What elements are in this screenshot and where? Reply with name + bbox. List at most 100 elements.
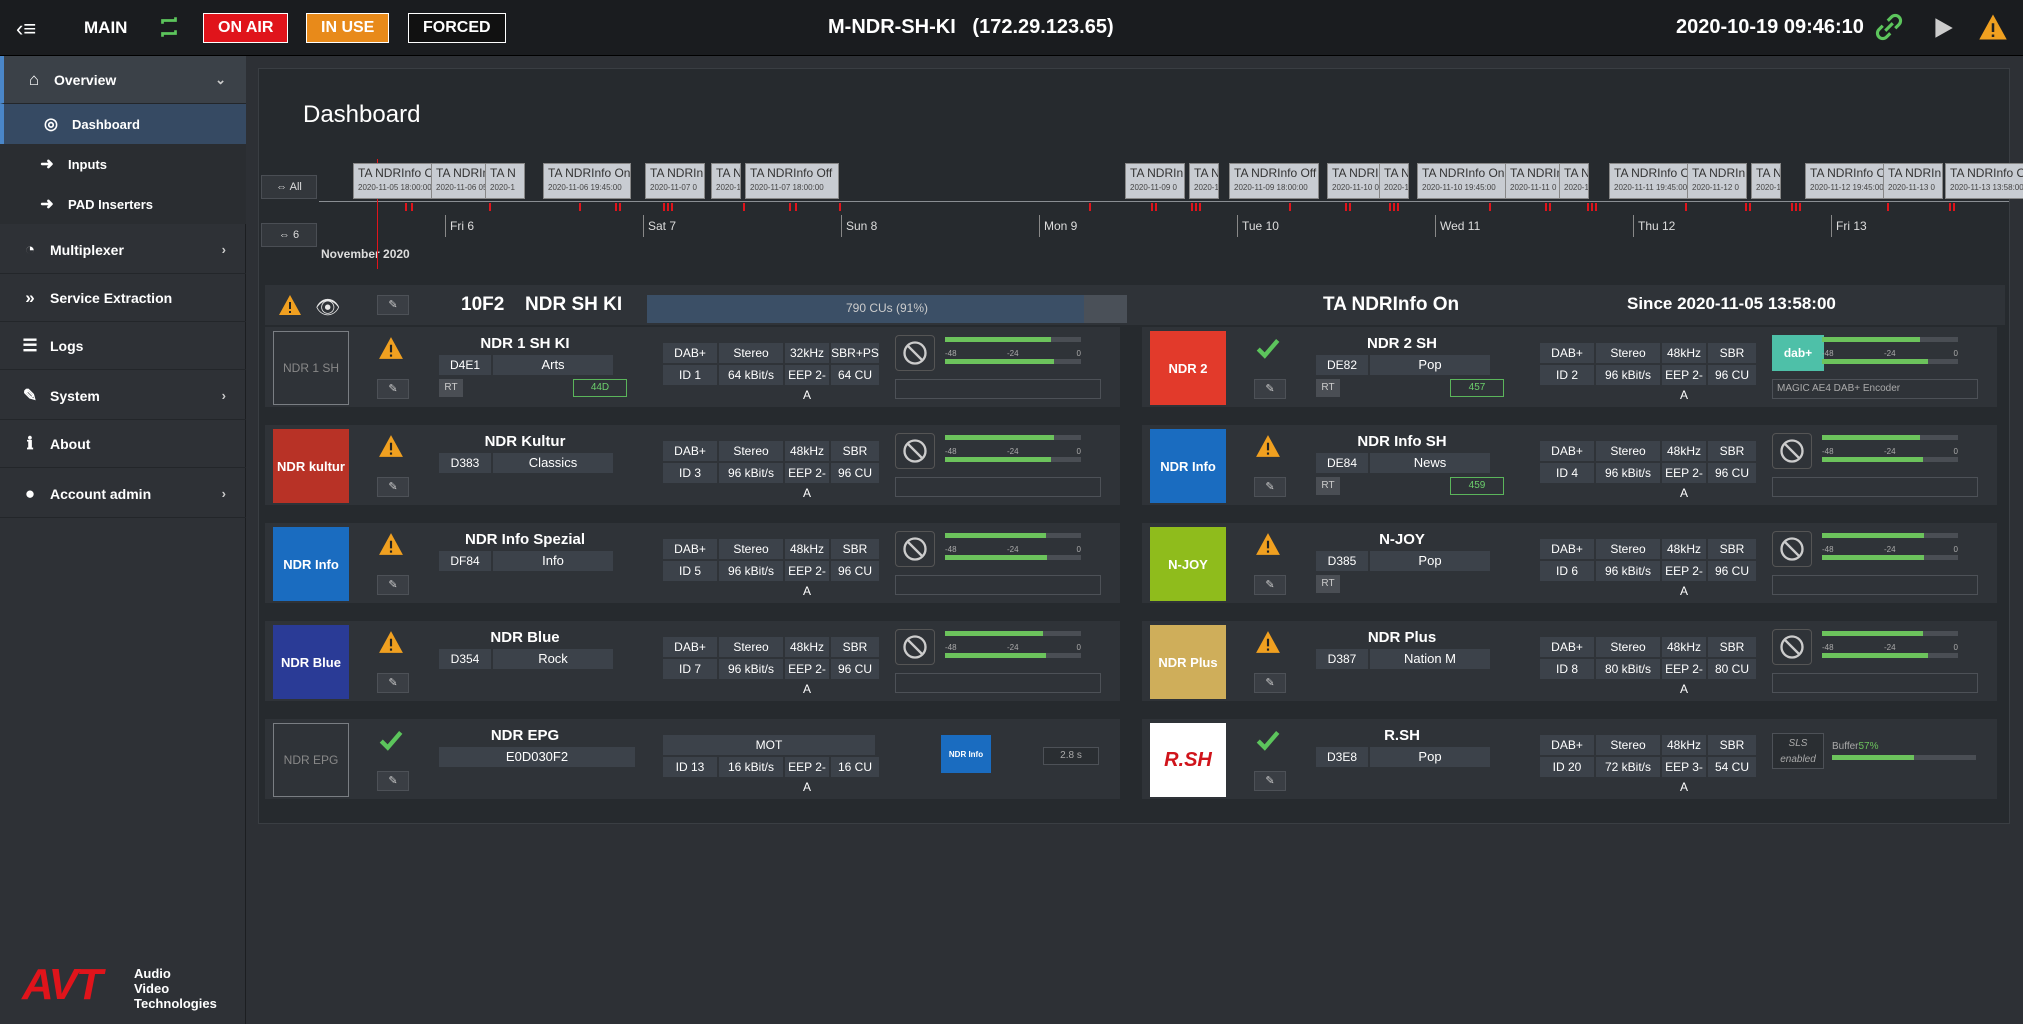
nav-dashboard[interactable]: ◎ Dashboard — [0, 104, 246, 144]
codec-cell: EEP 2-A — [1662, 561, 1706, 598]
meter-mid: -24 — [1884, 447, 1896, 456]
edit-service-button[interactable]: ✎ — [377, 379, 409, 399]
timeline-tick — [1887, 203, 1889, 211]
edit-service-button[interactable]: ✎ — [377, 673, 409, 693]
buffer-fill — [1832, 755, 1915, 760]
meter-mid: -24 — [1007, 447, 1019, 456]
timeline-event[interactable]: TA N 2020-1 — [1751, 163, 1781, 199]
edit-service-button[interactable]: ✎ — [1254, 673, 1286, 693]
nav-label: Account admin — [50, 485, 152, 502]
timeline-event[interactable]: TA NDRIn 2020-11-09 0 — [1125, 163, 1185, 199]
event-date: 2020-1 — [716, 183, 741, 192]
codec-cell: ID 5 — [663, 561, 717, 581]
mute-icon[interactable] — [895, 629, 935, 665]
timeline-event[interactable]: TA NDRInfo On 2020-11-06 19:45:00 — [543, 163, 631, 199]
meter-max: 0 — [1076, 349, 1081, 358]
menu-icon[interactable]: ‹≡ — [16, 16, 36, 42]
timeline-tick — [667, 203, 669, 211]
event-title: TA NDRIn — [1130, 166, 1184, 180]
dynamic-label — [895, 673, 1101, 693]
codec-cell: DAB+ — [663, 343, 717, 363]
mute-icon[interactable] — [1772, 531, 1812, 567]
edit-service-button[interactable]: ✎ — [1254, 771, 1286, 791]
timeline-event[interactable]: TA N 2020-1 — [711, 163, 741, 199]
nav-multiplexer[interactable]: ◔ Multiplexer › — [0, 226, 246, 274]
event-title: TA NDRIn — [650, 166, 704, 180]
timeline-tick — [1799, 203, 1801, 211]
timeline-event[interactable]: TA NDRIn 2020-11-07 0 — [645, 163, 705, 199]
event-title: TA NDRInfo On — [1614, 166, 1695, 180]
nav-service-extraction[interactable]: » Service Extraction — [0, 274, 246, 322]
play-icon[interactable] — [1930, 14, 1956, 42]
timeline-event[interactable]: TA NDRInfo Off 2020-11-09 18:00:00 — [1229, 163, 1319, 199]
rt-badge: RT — [1316, 575, 1340, 593]
link-icon[interactable] — [1874, 12, 1904, 42]
codec-cell: EEP 2-A — [785, 659, 829, 696]
arrow-circle-icon: ➜ — [40, 156, 54, 173]
timeline-event[interactable]: TA N 2020-1 — [485, 163, 525, 199]
warning-icon[interactable] — [1978, 12, 2008, 42]
mute-icon[interactable] — [1772, 433, 1812, 469]
timeline-zoom-button[interactable]: ⇔ 6 — [261, 223, 317, 247]
forced-badge[interactable]: FORCED — [408, 13, 506, 43]
mute-icon[interactable] — [895, 335, 935, 371]
codec-cell: 96 kBit/s — [719, 659, 783, 679]
service-name: NDR Info Spezial — [464, 531, 585, 548]
nav-system[interactable]: ✎ System › — [0, 372, 246, 420]
mute-icon[interactable] — [1772, 629, 1812, 665]
timeline-event[interactable]: TA NDRIn 2020-11-10 0 — [1327, 163, 1387, 199]
nav-pad-inserters[interactable]: ➜ PAD Inserters — [0, 184, 246, 224]
mute-icon[interactable] — [895, 433, 935, 469]
event-date: 2020-1 — [490, 183, 515, 192]
service-name: R.SH — [1384, 727, 1420, 744]
timeline-event[interactable]: TA NDRInfo Off 2020-11-07 18:00:00 — [745, 163, 839, 199]
timeline-event[interactable]: TA N 2020-1 — [1379, 163, 1409, 199]
programme-type: Arts — [493, 355, 613, 375]
logo-text: Audio Video Technologies — [134, 966, 217, 1011]
nav-logs[interactable]: ☰ Logs — [0, 322, 246, 370]
buffer-label: Buffer57% — [1832, 741, 1879, 752]
timeline-event[interactable]: TA NDRIn 2020-11-13 0 — [1883, 163, 1943, 199]
codec-cell: SBR — [1708, 735, 1756, 755]
service-logo: NDR Info — [273, 527, 349, 601]
timeline-event[interactable]: TA NDRIn 2020-11-11 0 — [1505, 163, 1565, 199]
codec-cell: ID 20 — [1540, 757, 1594, 777]
timeline-event[interactable]: TA NDRInfo On 2020-11-11 19:45:00 — [1609, 163, 1695, 199]
eye-icon[interactable]: 👁 — [315, 295, 340, 320]
sync-icon[interactable] — [156, 12, 182, 42]
nav-inputs[interactable]: ➜ Inputs — [0, 144, 246, 184]
rt-badge: RT — [439, 379, 463, 397]
meter-min: -48 — [945, 643, 957, 652]
timeline-tick — [1587, 203, 1589, 211]
edit-service-button[interactable]: ✎ — [1254, 379, 1286, 399]
nav-account-admin[interactable]: ● Account admin › — [0, 470, 246, 518]
timeline-all-button[interactable]: ⇔ All — [261, 175, 317, 199]
nav-about[interactable]: ℹ About — [0, 420, 246, 468]
edit-service-button[interactable]: ✎ — [377, 771, 409, 791]
timeline-event[interactable]: TA N 2020-1 — [1189, 163, 1219, 199]
timeline-tick — [1745, 203, 1747, 211]
edit-service-button[interactable]: ✎ — [377, 477, 409, 497]
timeline-zoom-label: 6 — [292, 229, 300, 241]
timeline-event[interactable]: TA NDRInfo On 2020-11-12 19:45:00 — [1805, 163, 1893, 199]
timeline-day: Sat 7 — [643, 215, 676, 237]
timeline-tick — [663, 203, 665, 211]
nav-overview[interactable]: ⌂ Overview ⌄ — [0, 56, 246, 104]
edit-service-button[interactable]: ✎ — [1254, 477, 1286, 497]
ta-status: TA NDRInfo On — [1323, 294, 1460, 315]
timeline-event[interactable]: TA NDRInfo On 2020-11-13 13:58:00 — [1945, 163, 2023, 199]
in-use-badge: IN USE — [306, 13, 390, 43]
nav-label: Dashboard — [72, 116, 140, 132]
mute-icon[interactable] — [895, 531, 935, 567]
timeline-event[interactable]: TA NDRInfo On 2020-11-10 19:45:00 — [1417, 163, 1507, 199]
timeline-event[interactable]: TA NDRIn 2020-11-12 0 — [1687, 163, 1747, 199]
edit-service-button[interactable]: ✎ — [1254, 575, 1286, 595]
edit-ensemble-button[interactable]: ✎ — [377, 295, 409, 315]
timeline-event[interactable]: TA NDRInfo 2020-11-06 05: — [431, 163, 491, 199]
edit-service-button[interactable]: ✎ — [377, 575, 409, 595]
event-date: 2020-11-11 19:45:00 — [1614, 183, 1688, 192]
timeline-event[interactable]: TA N 2020-1 — [1559, 163, 1589, 199]
event-date: 2020-11-12 0 — [1692, 183, 1739, 192]
event-title: TA NDRIn — [1510, 166, 1564, 180]
warning-icon — [377, 629, 405, 655]
